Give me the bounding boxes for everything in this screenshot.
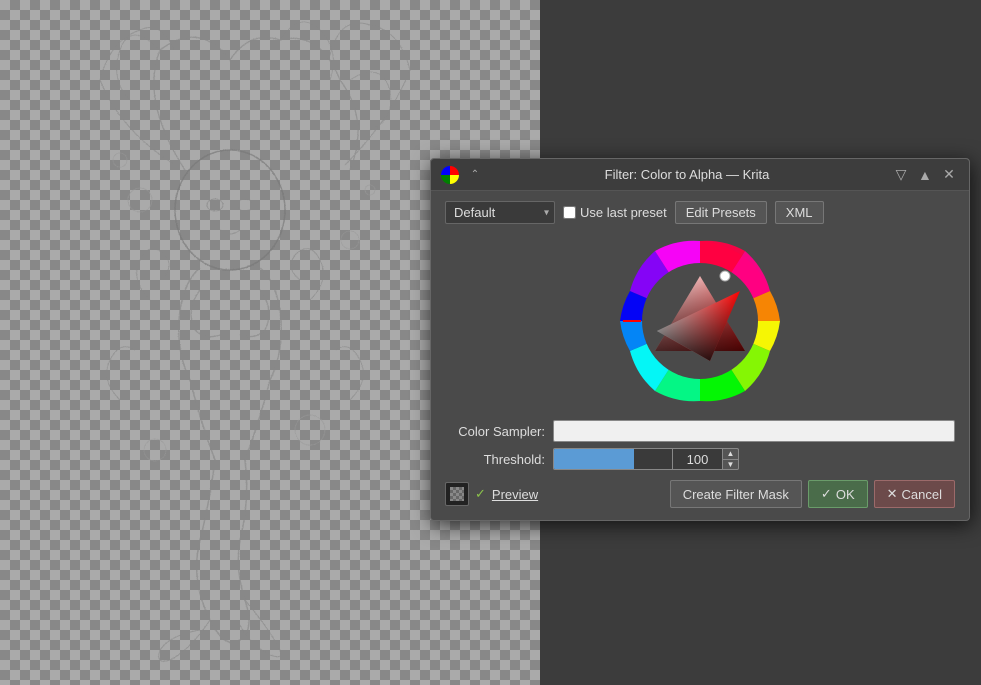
collapse-icon[interactable]: ⌃	[467, 167, 483, 183]
preview-inner	[450, 487, 464, 501]
color-sampler-label: Color Sampler:	[445, 424, 545, 439]
minimize-button[interactable]: ▽	[891, 165, 911, 185]
preview-label[interactable]: Preview	[492, 487, 538, 502]
bottom-row: ✓ Preview Create Filter Mask ✓ OK ✕ Canc…	[445, 480, 955, 508]
ok-button[interactable]: ✓ OK	[808, 480, 868, 508]
cancel-button[interactable]: ✕ Cancel	[874, 480, 955, 508]
dialog-window: ⌃ Filter: Color to Alpha — Krita ▽ ▲ ✕ D…	[430, 158, 970, 521]
threshold-number: 100	[673, 448, 723, 470]
threshold-down-button[interactable]: ▼	[723, 459, 739, 471]
threshold-up-button[interactable]: ▲	[723, 448, 739, 459]
ok-label: OK	[836, 487, 855, 502]
dialog-body: Default ▾ Use last preset Edit Presets X…	[431, 191, 969, 520]
preset-dropdown[interactable]: Default	[445, 201, 555, 224]
maximize-button[interactable]: ▲	[915, 165, 935, 185]
threshold-bar[interactable]	[553, 448, 673, 470]
xml-button[interactable]: XML	[775, 201, 824, 224]
use-last-preset-checkbox[interactable]	[563, 206, 576, 219]
preview-thumbnail[interactable]	[445, 482, 469, 506]
edit-presets-button[interactable]: Edit Presets	[675, 201, 767, 224]
preset-dropdown-wrapper: Default ▾	[445, 201, 555, 224]
action-buttons: Create Filter Mask ✓ OK ✕ Cancel	[670, 480, 955, 508]
threshold-label: Threshold:	[445, 452, 545, 467]
color-sampler-value[interactable]	[553, 420, 955, 442]
preview-check-icon: ✓	[475, 486, 486, 502]
krita-icon	[441, 166, 459, 184]
cancel-icon: ✕	[887, 486, 898, 502]
color-sampler-row: Color Sampler:	[445, 420, 955, 442]
preview-section: ✓ Preview	[445, 482, 538, 506]
cancel-label: Cancel	[902, 487, 942, 502]
fields-area: Color Sampler: Threshold: 100 ▲ ▼	[445, 420, 955, 470]
create-filter-mask-button[interactable]: Create Filter Mask	[670, 480, 802, 508]
ok-icon: ✓	[821, 486, 832, 502]
dialog-titlebar: ⌃ Filter: Color to Alpha — Krita ▽ ▲ ✕	[431, 159, 969, 191]
toolbar-row: Default ▾ Use last preset Edit Presets X…	[445, 201, 955, 224]
threshold-fill	[554, 449, 634, 469]
color-wheel[interactable]	[615, 236, 785, 406]
color-wheel-container	[445, 236, 955, 406]
close-button[interactable]: ✕	[939, 165, 959, 185]
use-last-preset-label[interactable]: Use last preset	[563, 205, 667, 220]
dialog-title: Filter: Color to Alpha — Krita	[605, 167, 770, 182]
threshold-spinners: ▲ ▼	[723, 448, 739, 470]
threshold-row: Threshold: 100 ▲ ▼	[445, 448, 955, 470]
threshold-wrapper: 100 ▲ ▼	[553, 448, 955, 470]
titlebar-controls: ▽ ▲ ✕	[891, 165, 959, 185]
titlebar-left: ⌃	[441, 166, 483, 184]
